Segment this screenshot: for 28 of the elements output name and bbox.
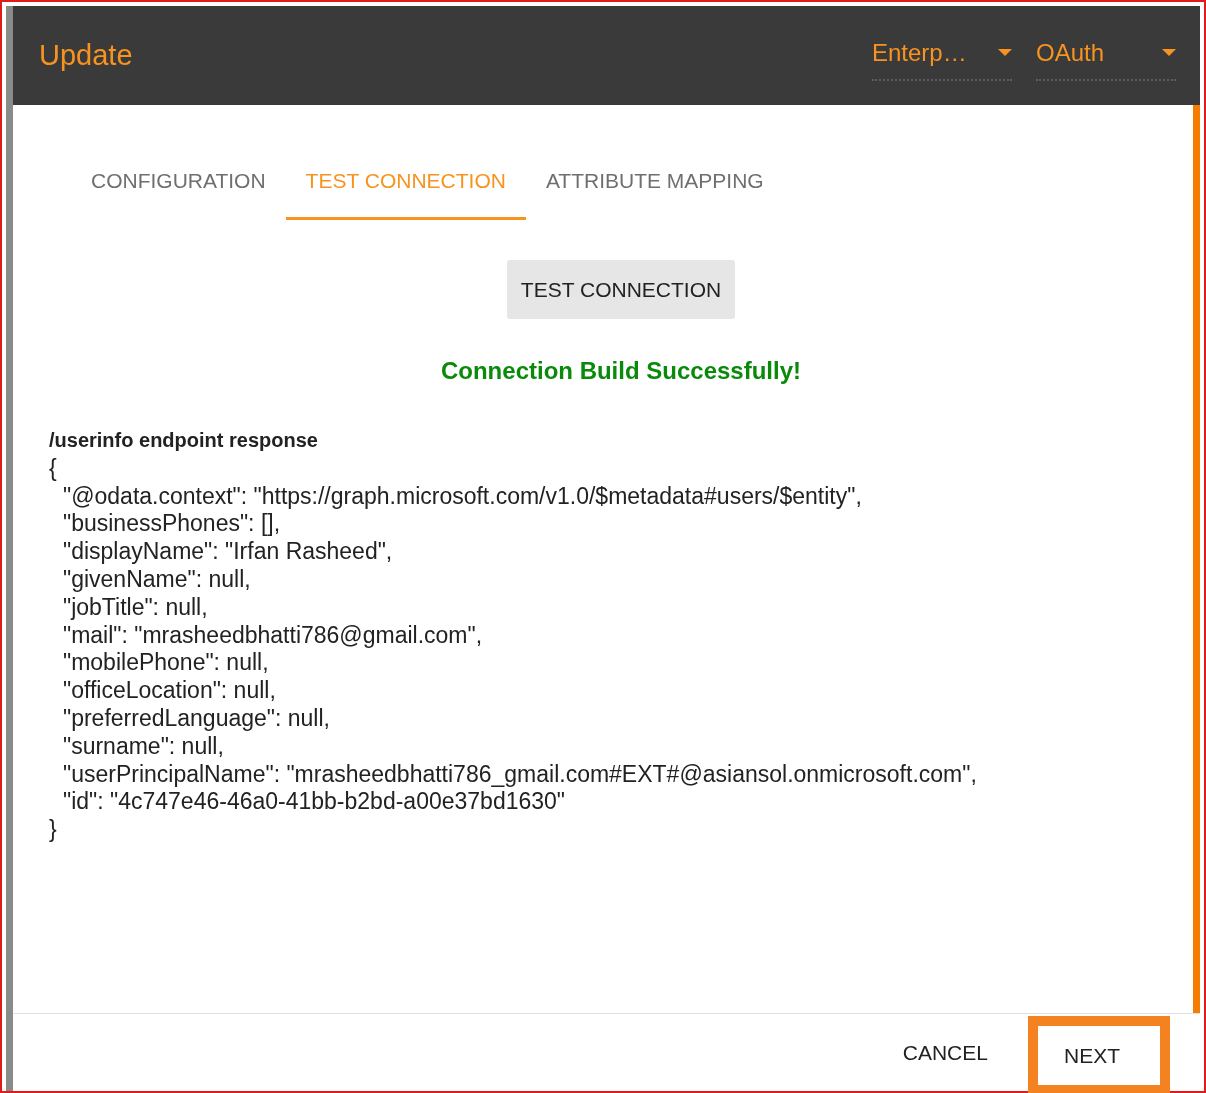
dialog-title: Update xyxy=(39,37,133,73)
dropdown[interactable]: OAuth xyxy=(1036,30,1176,81)
success-message: Connection Build Successfully! xyxy=(439,356,802,386)
dropdown-value: OAuth xyxy=(1036,37,1105,68)
tab[interactable]: ATTRIBUTE MAPPING xyxy=(525,155,784,220)
json-text: "givenName": null, xyxy=(62,566,252,594)
footer-button[interactable]: CANCEL xyxy=(886,1026,1004,1079)
json-text: "preferredLanguage": null, xyxy=(62,704,331,733)
json-text: "jobTitle": null, xyxy=(62,593,209,622)
json-text: { xyxy=(49,454,58,483)
json-text: "@odata.context": "https://graph.microsoft.com/v1.0/$metadata#users/$entity", xyxy=(62,482,863,511)
highlighted-button[interactable]: NEXT xyxy=(1028,1015,1170,1093)
tab[interactable]: CONFIGURATION xyxy=(71,155,286,220)
json-text: "userPrincipalName": "mrasheedbhatti786_gmail.com#EXT#@asiansol.onmicrosoft.com", xyxy=(62,760,978,789)
json-text: "id": "4c747e46-46a0-41bb-b2bd-a00e37bd1630" xyxy=(62,788,566,817)
json-text: "displayName": "Irfan Rasheed", xyxy=(62,538,394,566)
caret-icon xyxy=(998,49,1012,56)
response-heading: /userinfo endpoint response xyxy=(49,428,319,453)
json-text: } xyxy=(49,816,58,844)
dropdown-value: Enterp… xyxy=(872,37,967,68)
test-connection-button[interactable]: TEST CONNECTION xyxy=(506,259,736,319)
json-text: "businessPhones": [], xyxy=(62,510,282,539)
json-text: "mail": "mrasheedbhatti786@gmail.com", xyxy=(62,621,484,650)
caret-icon xyxy=(1162,49,1176,56)
json-text: "mobilePhone": null, xyxy=(62,649,270,678)
json-text: "officeLocation": null, xyxy=(62,677,277,705)
json-text: "surname": null, xyxy=(62,732,225,761)
dropdown[interactable]: Enterp… xyxy=(872,30,1012,81)
